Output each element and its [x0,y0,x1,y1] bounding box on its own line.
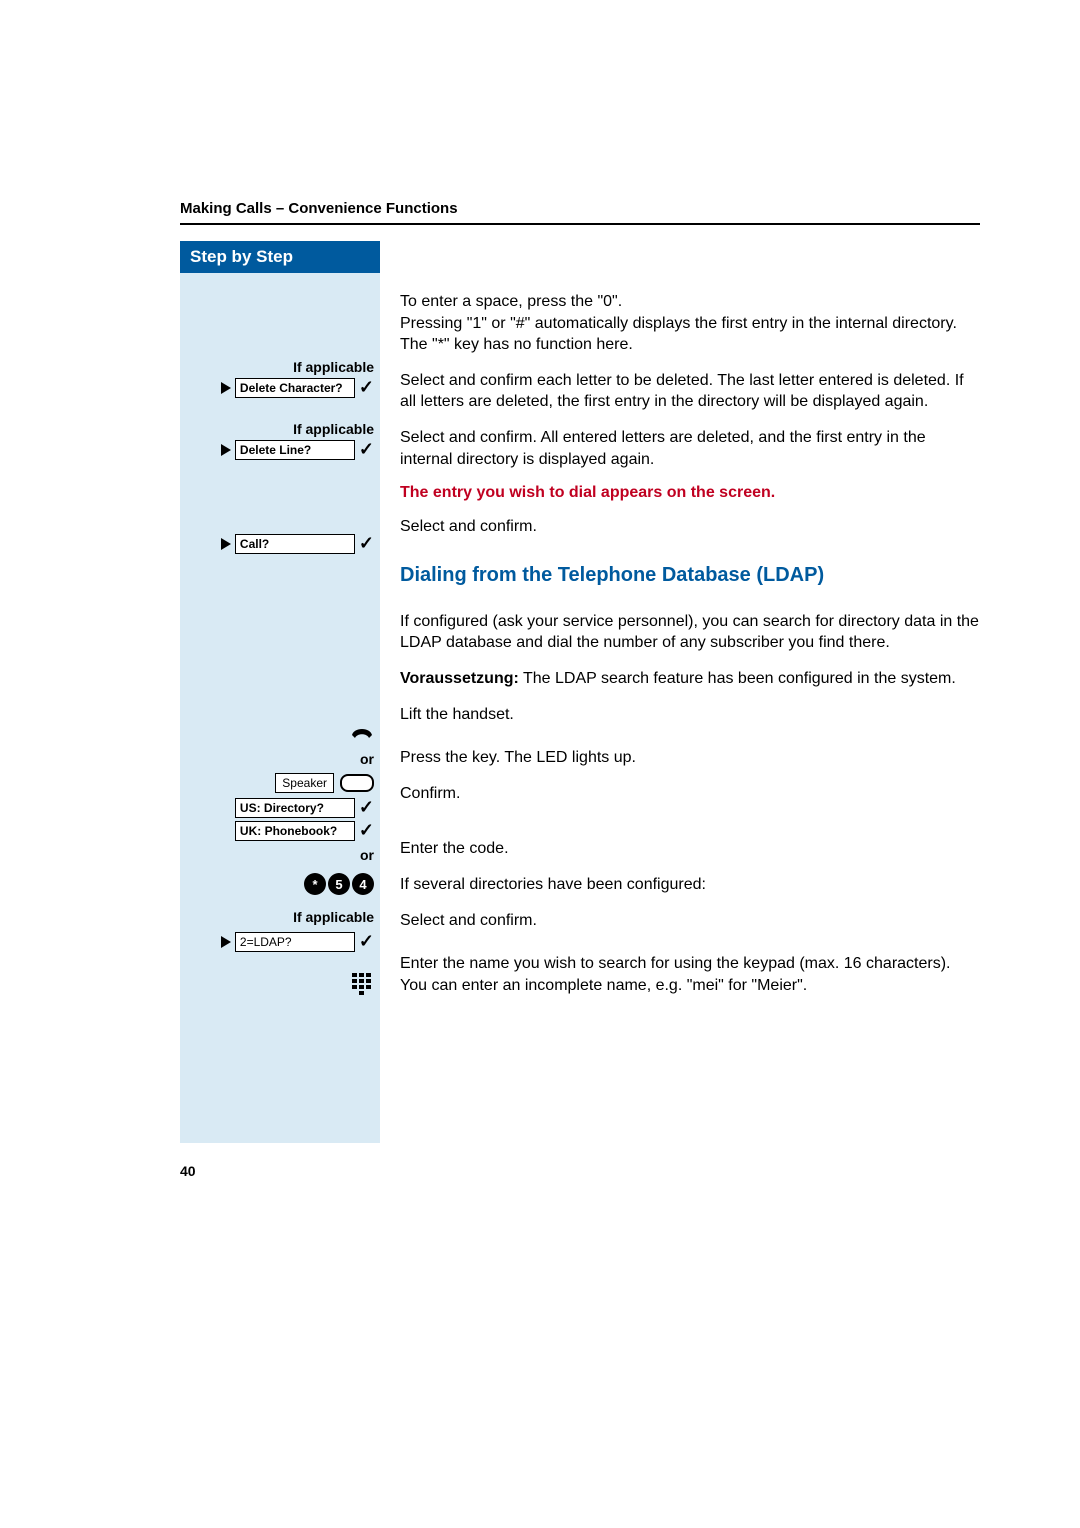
delete-char-text: Select and confirm each letter to be del… [400,370,980,413]
right-column: To enter a space, press the "0". Pressin… [380,273,980,1143]
press-key-text: Press the key. The LED lights up. [400,747,980,769]
triangle-icon [221,444,231,456]
uk-phonebook-option[interactable]: UK: Phonebook? [235,821,355,841]
step-by-step-header: Step by Step [180,241,380,273]
prereq-label: Voraussetzung: [400,670,519,687]
delete-line-text: Select and confirm. All entered letters … [400,427,980,470]
red-heading: The entry you wish to dial appears on th… [400,484,980,502]
ldap-heading: Dialing from the Telephone Database (LDA… [400,564,980,587]
prereq-text: The LDAP search feature has been configu… [519,670,956,687]
handset-icon [350,723,374,746]
or-label-1: or [360,751,374,767]
several-dirs-text: If several directories have been configu… [400,874,980,896]
page-number: 40 [180,1163,980,1179]
triangle-icon [221,936,231,948]
us-directory-option[interactable]: US: Directory? [235,798,355,818]
key-4[interactable]: 4 [352,873,374,895]
ldap-option[interactable]: 2=LDAP? [235,932,355,952]
check-icon: ✓ [359,797,374,818]
speaker-key-label: Speaker [275,773,334,793]
if-applicable-label-2: If applicable [293,421,374,437]
delete-line-option[interactable]: Delete Line? [235,440,355,460]
call-confirm-text: Select and confirm. [400,516,980,538]
ldap-intro: If configured (ask your service personne… [400,611,980,654]
enter-name-text: Enter the name you wish to search for us… [400,953,980,996]
confirm-text: Confirm. [400,783,980,805]
check-icon: ✓ [359,533,374,554]
check-icon: ✓ [359,820,374,841]
code-keys[interactable]: * 5 4 [304,873,374,895]
triangle-icon [221,538,231,550]
call-option[interactable]: Call? [235,534,355,554]
lift-handset-text: Lift the handset. [400,704,980,726]
key-5[interactable]: 5 [328,873,350,895]
speaker-key-button[interactable] [340,774,374,792]
ldap-prereq: Voraussetzung: The LDAP search feature h… [400,668,980,690]
check-icon: ✓ [359,439,374,460]
keypad-icon [352,973,374,995]
triangle-icon [221,382,231,394]
delete-character-option[interactable]: Delete Character? [235,378,355,398]
select-confirm-ldap: Select and confirm. [400,910,980,932]
intro-text: To enter a space, press the "0". Pressin… [400,291,980,356]
check-icon: ✓ [359,377,374,398]
key-star[interactable]: * [304,873,326,895]
enter-code-text: Enter the code. [400,838,980,860]
left-column: If applicable Delete Character? ✓ If app… [180,273,380,1143]
check-icon: ✓ [359,931,374,952]
or-label-2: or [360,847,374,863]
if-applicable-label-1: If applicable [293,359,374,375]
if-applicable-label-3: If applicable [293,909,374,925]
header-divider [180,223,980,225]
page-header: Making Calls – Convenience Functions [180,200,980,217]
